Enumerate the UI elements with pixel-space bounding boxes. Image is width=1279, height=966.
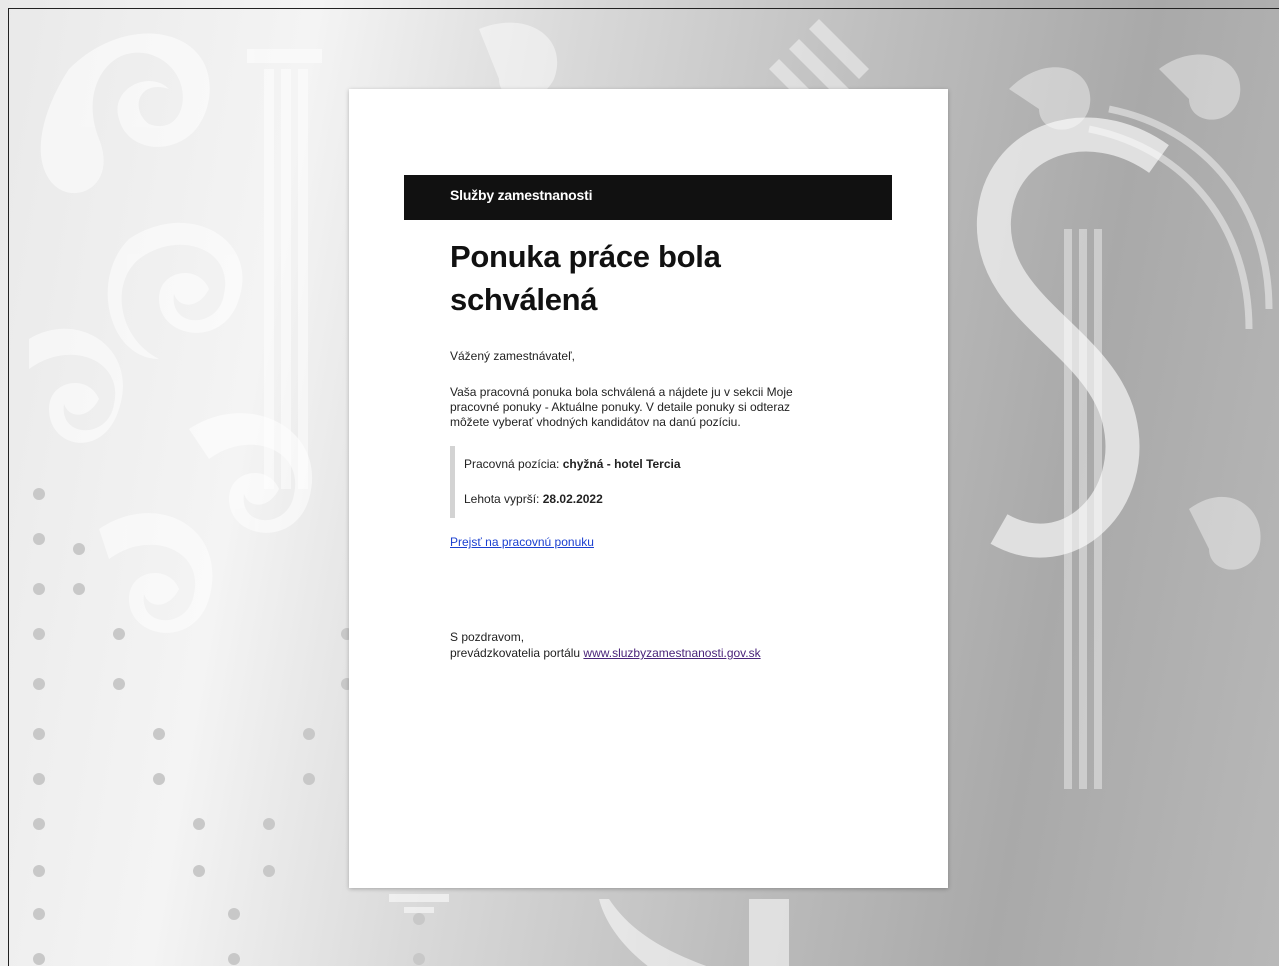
go-to-offer-link[interactable]: Prejsť na pracovnú ponuku [450, 535, 850, 549]
deadline-row: Lehota vyprší: 28.02.2022 [464, 491, 850, 508]
offer-details-box: Pracovná pozícia: chyžná - hotel Tercia … [450, 446, 850, 518]
email-content: Ponuka práce bola schválená Vážený zames… [450, 235, 850, 661]
body-text: Vaša pracovná ponuka bola schválená a ná… [450, 385, 793, 429]
signoff: S pozdravom, prevádzkovatelia portálu ww… [450, 629, 850, 661]
position-label: Pracovná pozícia: [464, 457, 563, 471]
email-title: Ponuka práce bola schválená [450, 239, 721, 317]
email-preview-card: Služby zamestnanosti Ponuka práce bola s… [349, 89, 948, 888]
position-row: Pracovná pozícia: chyžná - hotel Tercia [464, 456, 850, 473]
deadline-label: Lehota vyprší: [464, 492, 543, 506]
presentation-slide: Služby zamestnanosti Ponuka práce bola s… [8, 8, 1279, 966]
deadline-value: 28.02.2022 [542, 492, 603, 506]
signoff-line: S pozdravom, [450, 630, 525, 644]
operators-text: prevádzkovatelia portálu [450, 646, 584, 660]
portal-website-link[interactable]: www.sluzbyzamestnanosti.gov.sk [583, 646, 760, 660]
email-header-bar: Služby zamestnanosti [404, 175, 892, 220]
brand-name: Služby zamestnanosti [450, 187, 593, 203]
position-value: chyžná - hotel Tercia [562, 457, 681, 471]
greeting-text: Vážený zamestnávateľ, [450, 349, 575, 363]
operators-line: prevádzkovatelia portálu www.sluzbyzames… [450, 645, 850, 661]
